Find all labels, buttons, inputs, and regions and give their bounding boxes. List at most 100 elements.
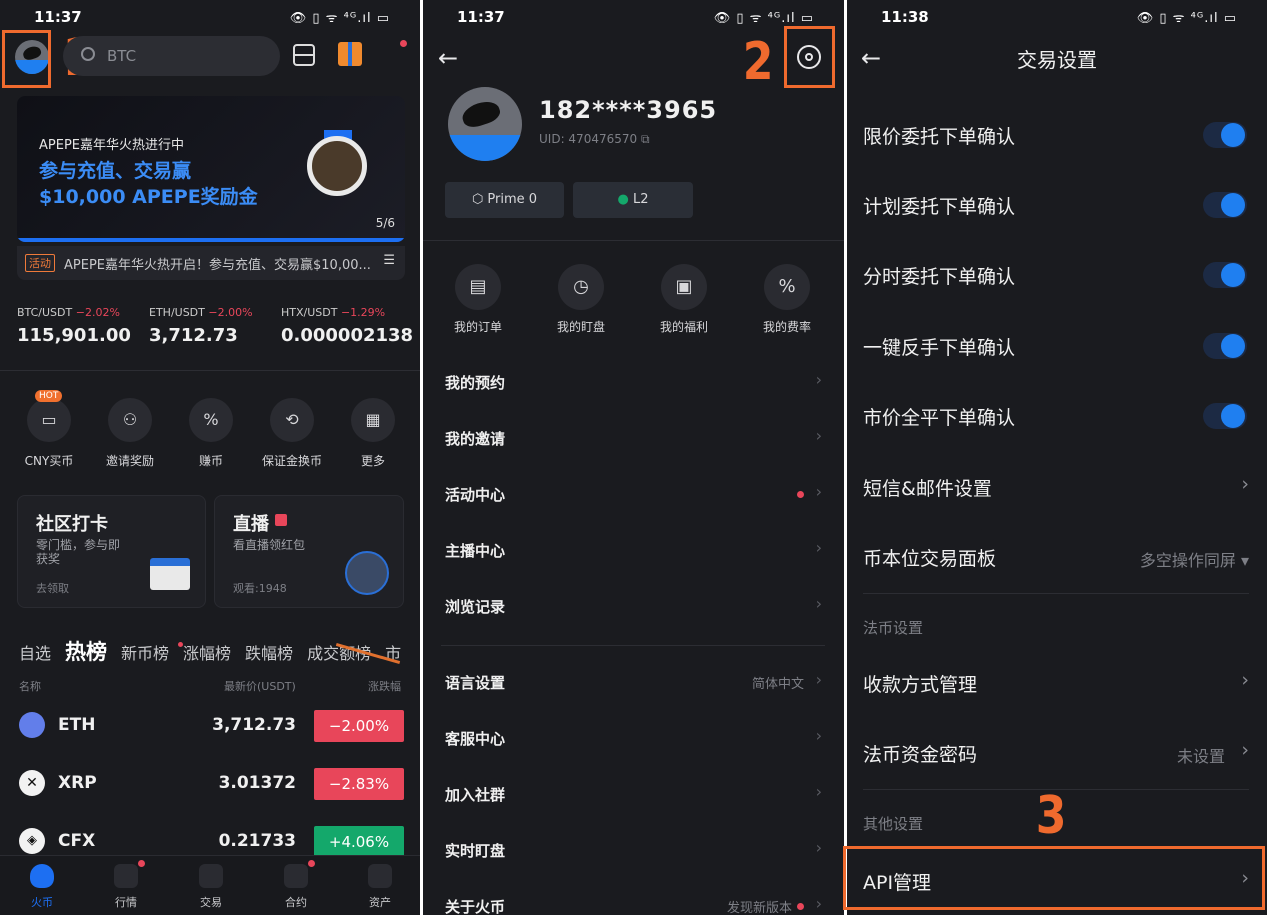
setting-sms-email[interactable]: 短信&邮件设置 › bbox=[847, 452, 1267, 522]
ticker-eth[interactable]: ETH/USDT −2.00% 3,712.73 bbox=[149, 306, 253, 346]
quick-label-margin-swap: 保证金换币 bbox=[261, 454, 322, 468]
status-time: 11:37 bbox=[457, 8, 505, 26]
list-icon[interactable]: ☰ bbox=[383, 253, 395, 268]
setting-label: 一键反手下单确认 bbox=[863, 337, 1016, 359]
toggle-switch[interactable] bbox=[1203, 262, 1247, 288]
watch-icon[interactable]: ◷ bbox=[558, 264, 604, 310]
account-phone: 182****3965 bbox=[539, 96, 718, 124]
tab-gainers[interactable]: 涨幅榜 bbox=[183, 644, 231, 663]
section-fiat: 法币设置 bbox=[863, 619, 924, 637]
medal-icon bbox=[307, 136, 367, 196]
profile-avatar[interactable] bbox=[448, 87, 522, 161]
setting-reverse-confirm[interactable]: 一键反手下单确认 bbox=[847, 311, 1267, 381]
cny-buy-icon[interactable]: ▭ bbox=[27, 398, 71, 442]
hot-badge: HOT bbox=[35, 390, 63, 402]
chevron-right-icon: › bbox=[815, 482, 822, 501]
menu-item-community[interactable]: 加入社群 › bbox=[423, 766, 844, 822]
step-number: 3 bbox=[1035, 786, 1067, 846]
chevron-right-icon: › bbox=[815, 370, 822, 389]
kyc-level-badge[interactable]: ● L2 bbox=[573, 182, 693, 218]
column-price: 最新价(USDT) bbox=[224, 680, 296, 693]
setting-payment-methods[interactable]: 收款方式管理 › bbox=[847, 648, 1267, 718]
margin-swap-icon[interactable]: ⟲ bbox=[270, 398, 314, 442]
toggle-switch[interactable] bbox=[1203, 122, 1247, 148]
ticker-pair: HTX/USDT bbox=[281, 306, 338, 319]
toggle-switch[interactable] bbox=[1203, 333, 1247, 359]
menu-item-about[interactable]: 关于火币 发现新版本 › bbox=[423, 878, 844, 915]
setting-label: 法币资金密码 bbox=[863, 744, 978, 766]
community-checkin-card[interactable]: 社区打卡 零门槛，参与即 获奖 去领取 bbox=[17, 495, 206, 608]
streamer-avatar bbox=[345, 551, 389, 595]
notice-bar[interactable]: 活动 APEPE嘉年华火热开启！参与充值、交易赢$10,00... ☰ bbox=[17, 246, 405, 280]
menu-item-reservations[interactable]: 我的预约 › bbox=[423, 354, 844, 410]
nav-futures[interactable]: 合约 bbox=[266, 864, 326, 910]
setting-fund-password[interactable]: 法币资金密码 未设置 › bbox=[847, 718, 1267, 788]
chevron-right-icon: › bbox=[815, 426, 822, 445]
divider bbox=[863, 593, 1249, 594]
setting-close-all-confirm[interactable]: 市价全平下单确认 bbox=[847, 381, 1267, 451]
prime-badge[interactable]: ⬡ Prime 0 bbox=[445, 182, 564, 218]
ticker-change: −2.02% bbox=[75, 306, 120, 319]
menu-label: 加入社群 bbox=[445, 786, 506, 804]
fee-rate-icon[interactable]: % bbox=[764, 264, 810, 310]
ticker-pair: ETH/USDT bbox=[149, 306, 205, 319]
nav-home[interactable]: 火币 bbox=[12, 864, 72, 910]
activity-dot bbox=[797, 491, 804, 498]
card-title: 社区打卡 bbox=[36, 514, 108, 535]
nav-market[interactable]: 行情 bbox=[96, 864, 156, 910]
setting-limit-confirm[interactable]: 限价委托下单确认 bbox=[847, 100, 1267, 170]
setting-twap-confirm[interactable]: 分时委托下单确认 bbox=[847, 240, 1267, 310]
notice-text: APEPE嘉年华火热开启！参与充值、交易赢$10,00... bbox=[64, 258, 371, 273]
setting-plan-confirm[interactable]: 计划委托下单确认 bbox=[847, 170, 1267, 240]
settings-gear-icon[interactable] bbox=[797, 45, 821, 69]
ticker-change: −1.29% bbox=[340, 306, 386, 319]
chevron-right-icon: › bbox=[815, 894, 822, 913]
hexagon-icon: ⬡ bbox=[471, 192, 488, 207]
account-uid[interactable]: UID: 470476570 ⧉ bbox=[539, 132, 650, 147]
setting-value[interactable]: 多空操作同屏 ▾ bbox=[1140, 547, 1249, 571]
tab-new[interactable]: 新币榜 bbox=[121, 644, 169, 663]
more-icon[interactable]: ▦ bbox=[351, 398, 395, 442]
quick-label-earn: 赚币 bbox=[198, 454, 223, 468]
search-icon bbox=[81, 47, 95, 61]
setting-label: 限价委托下单确认 bbox=[863, 126, 1016, 148]
nav-assets[interactable]: 资产 bbox=[350, 864, 410, 910]
invite-icon[interactable]: ⚇ bbox=[108, 398, 152, 442]
earn-icon[interactable]: % bbox=[189, 398, 233, 442]
scan-icon[interactable] bbox=[293, 44, 315, 66]
setting-coin-panel[interactable]: 币本位交易面板 多空操作同屏 ▾ bbox=[847, 522, 1267, 592]
live-card[interactable]: 直播 看直播领红包 观看:1948 bbox=[214, 495, 404, 608]
menu-item-history[interactable]: 浏览记录 › bbox=[423, 578, 844, 634]
ticker-pair: BTC/USDT bbox=[17, 306, 73, 319]
orders-icon[interactable]: ▤ bbox=[455, 264, 501, 310]
tab-favorites[interactable]: 自选 bbox=[19, 644, 51, 663]
promo-banner[interactable]: APEPE嘉年华火热进行中 参与充值、交易赢 $10,000 APEPE奖励金 … bbox=[17, 96, 405, 242]
banner-page-indicator: 5/6 bbox=[375, 216, 395, 230]
nav-trade[interactable]: 交易 bbox=[181, 864, 241, 910]
menu-item-invitations[interactable]: 我的邀请 › bbox=[423, 410, 844, 466]
coin-row-eth[interactable]: ETH 3,712.73 −2.00% bbox=[0, 698, 420, 756]
toggle-switch[interactable] bbox=[1203, 403, 1247, 429]
menu-item-support[interactable]: 客服中心 › bbox=[423, 710, 844, 766]
toggle-switch[interactable] bbox=[1203, 192, 1247, 218]
ticker-htx[interactable]: HTX/USDT −1.29% 0.000002138 bbox=[281, 306, 413, 346]
gift-icon[interactable] bbox=[338, 42, 362, 66]
rewards-icon[interactable]: ▣ bbox=[661, 264, 707, 310]
menu-item-live-watch[interactable]: 实时盯盘 › bbox=[423, 822, 844, 878]
nav-label: 行情 bbox=[115, 896, 137, 909]
notice-tag: 活动 bbox=[25, 254, 55, 272]
red-packet-icon bbox=[275, 514, 287, 526]
banner-line3: $10,000 APEPE奖励金 bbox=[39, 186, 258, 208]
tab-hot[interactable]: 热榜 bbox=[65, 640, 107, 664]
menu-item-language[interactable]: 语言设置 简体中文 › bbox=[423, 654, 844, 710]
search-input[interactable]: BTC bbox=[63, 36, 280, 76]
back-arrow-icon[interactable]: ← bbox=[438, 44, 458, 72]
coin-row-xrp[interactable]: ✕ XRP 3.01372 −2.83% bbox=[0, 756, 420, 814]
search-placeholder: BTC bbox=[107, 47, 137, 65]
tab-losers[interactable]: 跌幅榜 bbox=[245, 644, 293, 663]
menu-item-streamer-center[interactable]: 主播中心 › bbox=[423, 522, 844, 578]
menu-item-activity-center[interactable]: 活动中心 › bbox=[423, 466, 844, 522]
ticker-btc[interactable]: BTC/USDT −2.02% 115,901.00 bbox=[17, 306, 131, 346]
page-title: 交易设置 bbox=[1017, 48, 1097, 72]
coin-change: −2.83% bbox=[314, 768, 404, 800]
